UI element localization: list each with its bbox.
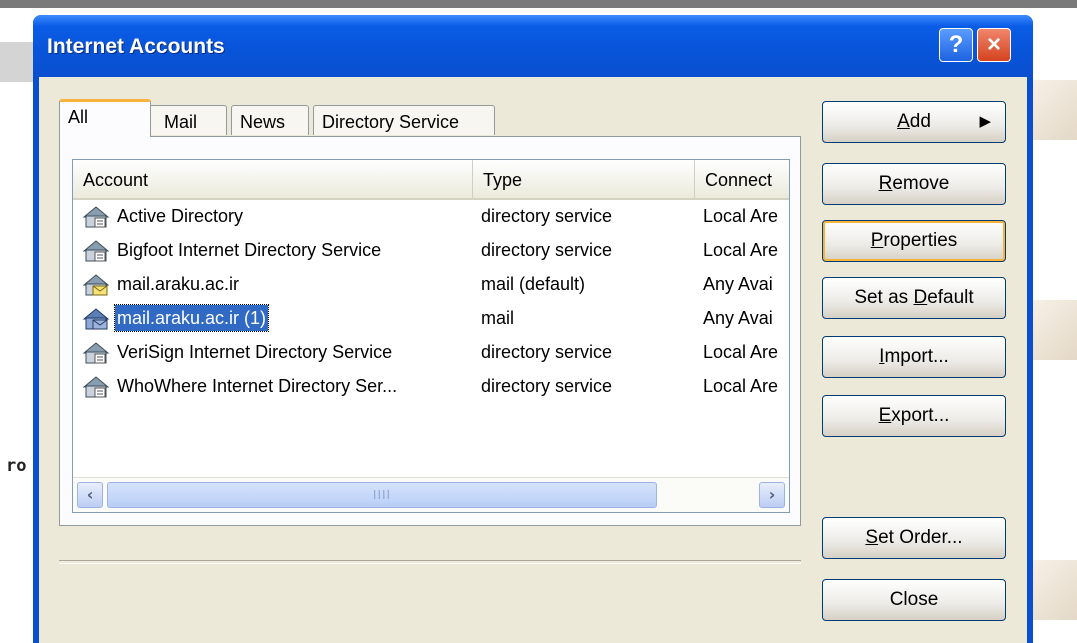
directory-service-icon bbox=[82, 206, 110, 228]
account-name: Bigfoot Internet Directory Service bbox=[117, 240, 382, 260]
set-as-default-button[interactable]: Set as Default bbox=[822, 277, 1006, 319]
scroll-right-icon[interactable]: › bbox=[759, 482, 785, 508]
list-item[interactable]: WhoWhere Internet Directory Ser... direc… bbox=[73, 370, 789, 402]
column-header-account[interactable]: Account bbox=[73, 160, 473, 198]
set-order-button[interactable]: Set Order... bbox=[822, 517, 1006, 559]
account-name: VeriSign Internet Directory Service bbox=[117, 342, 393, 362]
account-type: directory service bbox=[481, 206, 613, 226]
horizontal-scrollbar[interactable]: ‹ IIII › bbox=[73, 477, 789, 512]
import-button[interactable]: Import... bbox=[822, 336, 1006, 378]
list-item-selected[interactable]: mail.araku.ac.ir (1) mail Any Avai bbox=[73, 302, 789, 334]
column-header-connection[interactable]: Connect bbox=[695, 160, 789, 198]
column-header-type[interactable]: Type bbox=[473, 160, 695, 198]
account-connection: Local Are bbox=[703, 206, 779, 226]
tab-directory-service[interactable]: Directory Service bbox=[313, 105, 495, 135]
background-text: ro bbox=[6, 456, 27, 476]
remove-button[interactable]: Remove bbox=[822, 163, 1006, 205]
account-type: mail bbox=[481, 308, 515, 328]
list-item[interactable]: Active Directory directory service Local… bbox=[73, 200, 789, 232]
background-top-strip bbox=[0, 0, 1077, 8]
tab-all[interactable]: All bbox=[59, 99, 151, 137]
mail-account-icon bbox=[82, 274, 110, 296]
account-type: directory service bbox=[481, 240, 613, 260]
account-name: mail.araku.ac.ir bbox=[117, 274, 240, 294]
account-connection: Local Are bbox=[703, 376, 779, 396]
list-item[interactable]: mail.araku.ac.ir mail (default) Any Avai bbox=[73, 268, 789, 300]
submenu-arrow-icon: ▶ bbox=[979, 113, 991, 130]
account-connection: Any Avai bbox=[703, 308, 773, 328]
close-window-button[interactable]: × bbox=[977, 28, 1011, 62]
title-bar[interactable]: Internet Accounts ? × bbox=[33, 15, 1033, 77]
directory-service-icon bbox=[82, 376, 110, 398]
divider bbox=[59, 560, 801, 564]
account-connection: Local Are bbox=[703, 342, 779, 362]
account-connection: Any Avai bbox=[703, 274, 773, 294]
add-button[interactable]: Add ▶ bbox=[822, 101, 1006, 143]
account-type: mail (default) bbox=[481, 274, 586, 294]
account-name: Active Directory bbox=[117, 206, 244, 226]
account-connection: Local Are bbox=[703, 240, 779, 260]
directory-service-icon bbox=[82, 240, 110, 262]
dialog-client-area: All Mail News Directory Service Account … bbox=[39, 77, 1027, 643]
export-button[interactable]: Export... bbox=[822, 395, 1006, 437]
tab-news[interactable]: News bbox=[231, 105, 309, 135]
tab-panel: Account Type Connect Active Directory di… bbox=[59, 136, 801, 526]
list-header: Account Type Connect bbox=[73, 160, 789, 200]
list-item[interactable]: Bigfoot Internet Directory Service direc… bbox=[73, 234, 789, 266]
window-title: Internet Accounts bbox=[47, 35, 225, 58]
account-type: directory service bbox=[481, 342, 613, 362]
accounts-list[interactable]: Account Type Connect Active Directory di… bbox=[72, 159, 790, 513]
directory-service-icon bbox=[82, 342, 110, 364]
close-button[interactable]: Close bbox=[822, 579, 1006, 621]
scroll-left-icon[interactable]: ‹ bbox=[77, 482, 103, 508]
properties-button[interactable]: Properties bbox=[822, 220, 1006, 262]
account-name: mail.araku.ac.ir (1) bbox=[113, 304, 270, 332]
account-name: WhoWhere Internet Directory Ser... bbox=[117, 376, 398, 396]
scroll-thumb[interactable]: IIII bbox=[107, 482, 657, 508]
internet-accounts-dialog: Internet Accounts ? × All Mail News Dire… bbox=[33, 15, 1033, 643]
account-type: directory service bbox=[481, 376, 613, 396]
list-item[interactable]: VeriSign Internet Directory Service dire… bbox=[73, 336, 789, 368]
mail-account-icon bbox=[82, 308, 110, 330]
help-button[interactable]: ? bbox=[939, 28, 973, 62]
tab-mail[interactable]: Mail bbox=[149, 105, 227, 135]
